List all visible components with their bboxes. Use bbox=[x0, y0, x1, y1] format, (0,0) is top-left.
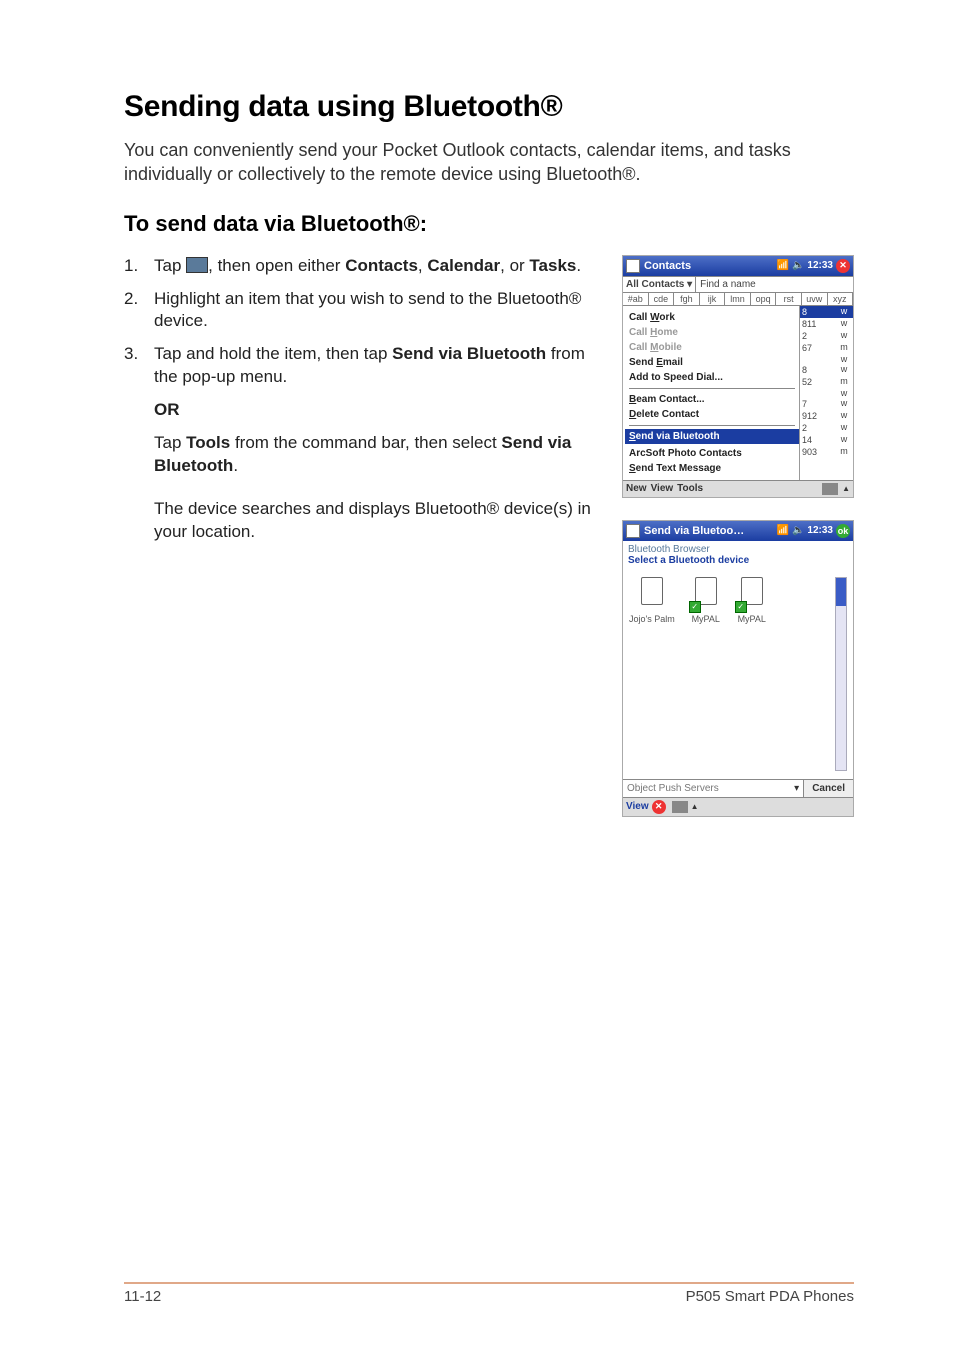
speaker-icon: 🔈 bbox=[792, 525, 804, 536]
list-row[interactable]: 2w bbox=[800, 330, 853, 342]
context-menu: Call WorkCall HomeCall MobileSend EmailA… bbox=[623, 306, 799, 480]
info-text: The device searches and displays Bluetoo… bbox=[124, 498, 596, 544]
screenshot-contacts: Contacts 📶 🔈 12:33 ✕ All Contacts ▾ Find… bbox=[622, 255, 854, 498]
signal-icon: 📶 bbox=[777, 260, 789, 271]
step-3: Tap and hold the item, then tap Send via… bbox=[124, 343, 596, 389]
cancel-button[interactable]: Cancel bbox=[803, 780, 853, 797]
context-menu-item[interactable]: Call Work bbox=[629, 310, 795, 325]
bluetooth-device[interactable]: ✓MyPAL bbox=[737, 577, 767, 771]
alpha-tab[interactable]: lmn bbox=[725, 293, 751, 305]
start-icon bbox=[186, 257, 208, 273]
category-filter[interactable]: All Contacts ▾ bbox=[623, 277, 696, 292]
screenshot-bluetooth-browser: Send via Bluetoo… 📶 🔈 12:33 ok Bluetooth… bbox=[622, 520, 854, 817]
or-text: Tap Tools from the command bar, then sel… bbox=[124, 432, 596, 478]
context-menu-item[interactable]: Send via Bluetooth bbox=[625, 429, 799, 444]
page-footer: 11-12 P505 Smart PDA Phones bbox=[124, 1282, 854, 1305]
cmd-tools[interactable]: Tools bbox=[677, 483, 703, 494]
step-2: Highlight an item that you wish to send … bbox=[124, 288, 596, 334]
clock: 12:33 bbox=[807, 260, 833, 271]
subsection-heading: To send data via Bluetooth®: bbox=[124, 211, 854, 237]
instructions-column: Tap , then open either Contacts, Calenda… bbox=[124, 255, 596, 839]
alpha-tab[interactable]: uvw bbox=[802, 293, 828, 305]
alpha-tab[interactable]: #ab bbox=[623, 293, 649, 305]
list-row[interactable]: 8w bbox=[800, 306, 853, 318]
context-menu-item[interactable]: Send Text Message bbox=[629, 461, 795, 476]
page-number: 11-12 bbox=[124, 1288, 161, 1305]
command-bar[interactable]: View ✕ ▲ bbox=[623, 797, 853, 816]
ok-icon[interactable]: ok bbox=[836, 524, 850, 538]
screenshots-column: Contacts 📶 🔈 12:33 ✕ All Contacts ▾ Find… bbox=[622, 255, 854, 839]
bluetooth-device[interactable]: ✓MyPAL bbox=[691, 577, 721, 771]
context-menu-item[interactable]: Send Email bbox=[629, 355, 795, 370]
bluetooth-device[interactable]: Jojo's Palm bbox=[629, 577, 675, 771]
or-label: OR bbox=[124, 399, 596, 422]
footer-product: P505 Smart PDA Phones bbox=[686, 1288, 854, 1305]
app-title: Send via Bluetoo… bbox=[644, 525, 777, 537]
alpha-tabs[interactable]: #abcdefghijklmnopqrstuvwxyz bbox=[623, 292, 853, 306]
intro-text: You can conveniently send your Pocket Ou… bbox=[124, 138, 854, 187]
context-menu-item[interactable]: Delete Contact bbox=[629, 407, 795, 422]
device-list[interactable]: Jojo's Palm ✓MyPAL ✓MyPAL bbox=[623, 569, 853, 779]
cmd-view[interactable]: View bbox=[626, 801, 649, 812]
sip-arrow-icon[interactable]: ▲ bbox=[691, 802, 699, 811]
list-row[interactable]: 52m bbox=[800, 376, 853, 388]
alpha-tab[interactable]: ijk bbox=[700, 293, 726, 305]
chevron-down-icon[interactable]: ▾ bbox=[794, 783, 799, 794]
list-row[interactable]: 912w bbox=[800, 410, 853, 422]
keyboard-icon[interactable] bbox=[672, 801, 688, 813]
alpha-tab[interactable]: rst bbox=[776, 293, 802, 305]
bb-subheading: Select a Bluetooth device bbox=[623, 555, 853, 569]
list-row[interactable]: 67m bbox=[800, 342, 853, 354]
list-row[interactable]: w bbox=[800, 388, 853, 398]
alpha-tab[interactable]: opq bbox=[751, 293, 777, 305]
start-icon[interactable] bbox=[626, 524, 640, 538]
scrollbar[interactable] bbox=[835, 577, 847, 771]
context-menu-item[interactable]: Beam Contact... bbox=[629, 392, 795, 407]
signal-icon: 📶 bbox=[777, 525, 789, 536]
titlebar: Contacts 📶 🔈 12:33 ✕ bbox=[623, 256, 853, 276]
list-row[interactable]: 811w bbox=[800, 318, 853, 330]
clock: 12:33 bbox=[807, 525, 833, 536]
step-1: Tap , then open either Contacts, Calenda… bbox=[124, 255, 596, 278]
find-name-input[interactable]: Find a name bbox=[696, 277, 853, 292]
context-menu-item: Call Home bbox=[629, 325, 795, 340]
speaker-icon: 🔈 bbox=[792, 260, 804, 271]
bb-heading: Bluetooth Browser bbox=[623, 541, 853, 555]
cmd-view[interactable]: View bbox=[651, 483, 674, 494]
alpha-tab[interactable]: xyz bbox=[828, 293, 854, 305]
tray: 📶 🔈 12:33 ✕ bbox=[777, 259, 850, 273]
start-icon[interactable] bbox=[626, 259, 640, 273]
list-row[interactable]: 14w bbox=[800, 434, 853, 446]
context-menu-item[interactable]: ArcSoft Photo Contacts bbox=[629, 446, 795, 461]
alpha-tab[interactable]: fgh bbox=[674, 293, 700, 305]
close-icon[interactable]: ✕ bbox=[652, 800, 666, 814]
list-row[interactable]: 2w bbox=[800, 422, 853, 434]
close-icon[interactable]: ✕ bbox=[836, 259, 850, 273]
context-menu-item[interactable]: Add to Speed Dial... bbox=[629, 370, 795, 385]
contact-list-preview: 8w811w2w67mw8w52mw7w912w2w14w903m bbox=[799, 306, 853, 480]
list-row[interactable]: 903m bbox=[800, 446, 853, 458]
page-title: Sending data using Bluetooth® bbox=[124, 90, 854, 124]
titlebar: Send via Bluetoo… 📶 🔈 12:33 ok bbox=[623, 521, 853, 541]
command-bar[interactable]: New View Tools ▲ bbox=[623, 480, 853, 497]
sip-arrow-icon[interactable]: ▲ bbox=[842, 484, 850, 493]
context-menu-item: Call Mobile bbox=[629, 340, 795, 355]
list-row[interactable]: 8w bbox=[800, 364, 853, 376]
service-combo[interactable]: Object Push Servers▾ bbox=[623, 780, 803, 797]
alpha-tab[interactable]: cde bbox=[649, 293, 675, 305]
keyboard-icon[interactable] bbox=[822, 483, 838, 495]
list-row[interactable]: w bbox=[800, 354, 853, 364]
tray: 📶 🔈 12:33 ok bbox=[777, 524, 850, 538]
list-row[interactable]: 7w bbox=[800, 398, 853, 410]
cmd-new[interactable]: New bbox=[626, 483, 647, 494]
app-title: Contacts bbox=[644, 260, 777, 272]
